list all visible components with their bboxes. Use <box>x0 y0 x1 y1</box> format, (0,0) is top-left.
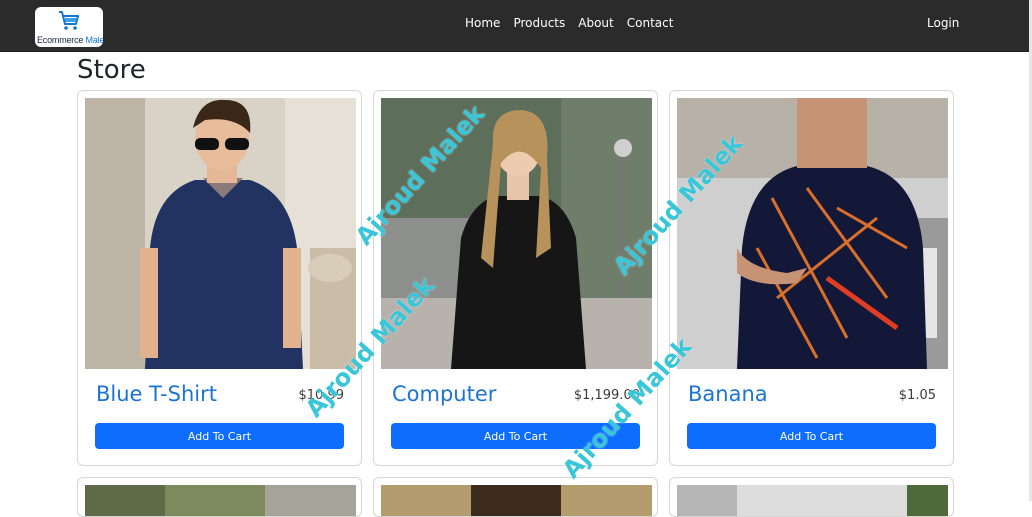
product-image <box>677 98 948 369</box>
product-card: Blue T-Shirt $10.99 Add To Cart <box>77 90 362 466</box>
product-image <box>85 485 356 516</box>
shopping-cart-icon <box>59 11 79 30</box>
product-price: $1.05 <box>898 388 936 403</box>
product-card <box>77 477 362 517</box>
product-card <box>373 477 658 517</box>
brand-name: Ecommerce Malek <box>37 35 103 45</box>
nav-link-contact[interactable]: Contact <box>627 15 674 31</box>
brand-logo[interactable]: Ecommerce Malek <box>35 7 103 47</box>
add-to-cart-button[interactable]: Add To Cart <box>95 423 344 449</box>
product-image <box>677 485 948 516</box>
nav-link-about[interactable]: About <box>578 15 613 31</box>
add-to-cart-button[interactable]: Add To Cart <box>687 423 936 449</box>
login-link[interactable]: Login <box>927 15 959 31</box>
product-image <box>381 485 652 516</box>
product-name[interactable]: Computer <box>392 380 496 408</box>
product-card: Computer $1,199.00 Add To Cart <box>373 90 658 466</box>
product-card: Banana $1.05 Add To Cart <box>669 90 954 466</box>
brand-name-part2: Malek <box>85 35 103 45</box>
main-nav: Home Products About Contact <box>465 15 673 31</box>
top-navbar: Ecommerce Malek Home Products About Cont… <box>0 0 1029 52</box>
product-price: $10.99 <box>298 388 345 403</box>
product-name[interactable]: Blue T-Shirt <box>96 380 217 408</box>
page-title: Store <box>77 55 146 85</box>
product-price: $1,199.00 <box>573 388 640 403</box>
product-name[interactable]: Banana <box>688 380 768 408</box>
product-image <box>381 98 652 369</box>
add-to-cart-button[interactable]: Add To Cart <box>391 423 640 449</box>
brand-name-part1: Ecommerce <box>37 35 86 45</box>
product-card <box>669 477 954 517</box>
nav-link-home[interactable]: Home <box>465 15 500 31</box>
nav-link-products[interactable]: Products <box>513 15 565 31</box>
product-image <box>85 98 356 369</box>
